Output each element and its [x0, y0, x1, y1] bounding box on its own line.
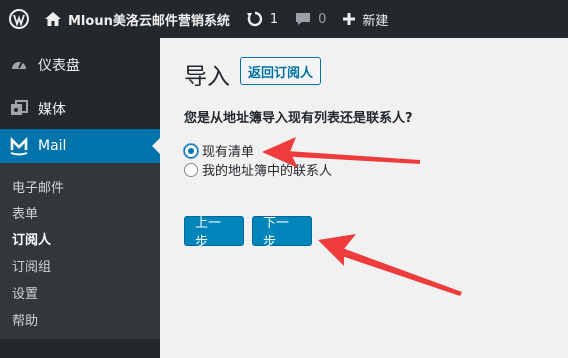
site-name: Mloun美洛云邮件营销系统 — [68, 13, 230, 29]
updates-count: 1 — [269, 11, 279, 27]
admin-sidebar: 仪表盘 媒体 Mail 电子邮件 表单 订阅人 订阅组 设置 帮助 — [0, 38, 160, 358]
comments-count: 0 — [318, 11, 327, 27]
submenu-help[interactable]: 帮助 — [12, 310, 38, 329]
previous-step-button[interactable]: 上一步 — [184, 216, 244, 250]
wordpress-logo-button[interactable] — [0, 0, 38, 38]
submenu-settings[interactable]: 设置 — [12, 283, 38, 302]
next-step-button[interactable]: 下一步 — [252, 216, 312, 250]
submenu-subscribers[interactable]: 订阅人 — [12, 229, 51, 248]
dashboard-icon — [9, 55, 29, 75]
radio-selected-dot — [188, 147, 194, 154]
submenu-groups[interactable]: 订阅组 — [12, 256, 51, 275]
comment-icon — [294, 11, 312, 27]
current-menu-arrow — [152, 138, 160, 154]
radio-address-book[interactable] — [184, 162, 198, 177]
back-to-subscribers-button[interactable]: 返回订阅人 — [240, 57, 322, 85]
import-question: 您是从地址簿导入现有列表还是联系人? — [184, 111, 413, 126]
menu-item-mail[interactable]: Mail — [0, 129, 160, 163]
mail-submenu: 电子邮件 表单 订阅人 订阅组 设置 帮助 — [0, 163, 160, 339]
comments-link[interactable]: 0 — [286, 0, 334, 38]
option-address-book-label[interactable]: 我的地址簿中的联系人 — [202, 160, 332, 179]
submenu-emails[interactable]: 电子邮件 — [12, 177, 64, 196]
mail-logo-icon — [9, 136, 29, 156]
home-icon — [44, 11, 62, 27]
menu-label-dashboard: 仪表盘 — [38, 58, 80, 74]
radio-existing-list[interactable] — [184, 143, 198, 158]
wordpress-logo-icon — [9, 9, 29, 29]
admin-bar: Mloun美洛云邮件营销系统 1 0 新建 — [0, 0, 568, 38]
main-content: 导入 返回订阅人 您是从地址簿导入现有列表还是联系人? 现有清单 我的地址簿中的… — [160, 38, 568, 358]
menu-item-media[interactable]: 媒体 — [0, 94, 160, 124]
submenu-forms[interactable]: 表单 — [12, 203, 38, 222]
menu-item-dashboard[interactable]: 仪表盘 — [0, 50, 160, 80]
menu-label-mail: Mail — [38, 138, 67, 154]
plus-icon — [342, 12, 356, 26]
option-existing-list-label[interactable]: 现有清单 — [202, 141, 254, 160]
option-existing-list[interactable]: 现有清单 — [184, 141, 254, 160]
media-icon — [9, 99, 29, 119]
site-name-link[interactable]: Mloun美洛云邮件营销系统 — [38, 0, 238, 38]
new-label: 新建 — [362, 13, 389, 29]
updates-icon — [246, 10, 264, 28]
new-content-link[interactable]: 新建 — [334, 0, 396, 38]
page-title: 导入 — [184, 64, 230, 90]
option-address-book[interactable]: 我的地址簿中的联系人 — [184, 160, 332, 179]
updates-link[interactable]: 1 — [238, 0, 286, 38]
menu-label-media: 媒体 — [38, 102, 66, 118]
